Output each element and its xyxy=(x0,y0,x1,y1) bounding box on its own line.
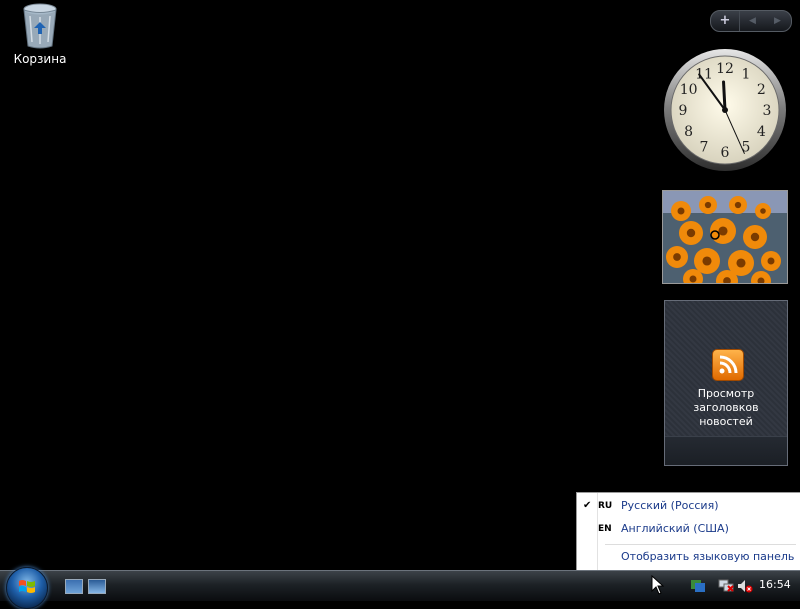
language-indicator-icon[interactable] xyxy=(690,579,706,593)
mouse-pointer-icon xyxy=(651,575,665,595)
clock-numeral: 8 xyxy=(684,124,693,140)
flower-center xyxy=(718,226,728,236)
flower-center xyxy=(686,228,696,238)
clock-numeral: 4 xyxy=(757,124,766,140)
clock-numeral: 7 xyxy=(700,139,709,155)
start-button[interactable] xyxy=(6,567,48,609)
show-language-bar-item[interactable]: Отобразить языковую панель xyxy=(621,548,794,566)
menu-divider xyxy=(605,544,796,545)
feed-gadget-footer xyxy=(665,436,787,465)
flower-center xyxy=(767,257,775,265)
recycle-bin-icon xyxy=(20,2,60,50)
language-menu: ✔ RU Русский (Россия) EN Английский (США… xyxy=(576,492,800,572)
taskbar: 16:54 xyxy=(0,567,800,609)
flower-center xyxy=(702,256,712,266)
clock-numeral: 1 xyxy=(742,67,751,83)
clock-numeral: 5 xyxy=(742,139,751,155)
sidebar-controls: + ◀ ▶ xyxy=(710,10,792,32)
rss-icon xyxy=(712,349,744,381)
flower-center xyxy=(689,275,697,283)
taskbar-clock[interactable]: 16:54 xyxy=(759,578,791,591)
flowers-photo xyxy=(663,191,787,283)
language-code: EN xyxy=(598,524,612,534)
clock-hour-hand xyxy=(722,80,727,112)
clock-gadget[interactable]: 1 2 3 4 5 6 7 8 9 10 11 12 xyxy=(663,48,787,172)
feed-gadget-title: Просмотр заголовков новостей xyxy=(693,387,759,428)
flower-center xyxy=(736,258,746,268)
language-item-ru[interactable]: ✔ RU Русский (Россия) xyxy=(577,495,800,517)
slideshow-gadget[interactable] xyxy=(662,190,788,284)
language-code: RU xyxy=(598,501,613,511)
volume-muted-icon[interactable] xyxy=(737,579,753,593)
language-item-en[interactable]: EN Английский (США) xyxy=(577,518,800,540)
flower-center xyxy=(704,201,712,209)
language-name: Русский (Россия) xyxy=(621,499,719,512)
flower-center xyxy=(750,232,760,242)
network-icon[interactable] xyxy=(718,579,734,593)
flower-center xyxy=(673,253,681,261)
clock-numeral: 10 xyxy=(680,82,698,98)
windows-logo-icon xyxy=(19,580,35,593)
feed-headlines-gadget[interactable]: Просмотр заголовков новостей xyxy=(664,300,788,466)
flower-center xyxy=(760,208,766,214)
flower-center xyxy=(734,201,742,209)
flower-center xyxy=(677,207,685,215)
language-name: Английский (США) xyxy=(621,522,729,535)
switch-windows-icon[interactable] xyxy=(88,579,106,594)
checkmark-icon: ✔ xyxy=(583,500,592,511)
clock-numeral: 12 xyxy=(716,61,734,77)
clock-numeral: 6 xyxy=(721,145,730,161)
desktop-icon-recycle-bin[interactable]: Корзина xyxy=(8,2,72,66)
clock-numeral: 9 xyxy=(679,103,688,119)
clock-numeral: 2 xyxy=(757,82,766,98)
previous-page-button[interactable]: ◀ xyxy=(740,11,765,31)
show-desktop-icon[interactable] xyxy=(65,579,83,594)
desktop-icon-label: Корзина xyxy=(13,52,67,66)
next-page-button[interactable]: ▶ xyxy=(765,11,790,31)
add-gadget-button[interactable]: + xyxy=(711,11,740,31)
clock-numeral: 3 xyxy=(763,103,772,119)
